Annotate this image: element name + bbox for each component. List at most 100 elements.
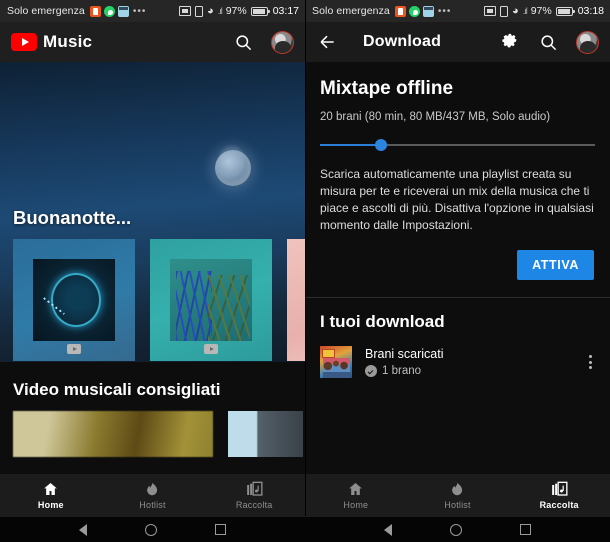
section-title: Video musicali consigliati xyxy=(13,380,221,399)
tab-home[interactable]: Home xyxy=(305,481,407,510)
golden-blurred-video-thumbnail[interactable] xyxy=(13,411,213,457)
left-phone-pane: Solo emergenza ••• ◕ .ıl 97% 03:17 Music xyxy=(0,0,305,516)
list-item[interactable]: Brani scaricati 1 brano xyxy=(305,332,610,378)
android-back-icon[interactable] xyxy=(384,523,392,536)
mixtape-meta: 20 brani (80 min, 80 MB/437 MB, Solo aud… xyxy=(320,111,551,123)
right-appbar-actions xyxy=(498,30,599,54)
download-item-meta: Brani scaricati 1 brano xyxy=(365,347,444,377)
gear-icon[interactable] xyxy=(498,31,520,53)
status-notification-icons: ••• xyxy=(89,5,147,17)
left-app-bar: Music xyxy=(0,22,305,62)
battery-percent-label: 97% xyxy=(530,5,552,17)
battery-percent-label: 97% xyxy=(225,5,247,17)
news-icon xyxy=(422,5,434,17)
tab-label: Raccolta xyxy=(539,499,579,510)
overflow-dots-icon: ••• xyxy=(132,5,147,17)
clock-label-right: 03:18 xyxy=(577,5,604,17)
more-vertical-icon[interactable] xyxy=(582,353,598,372)
arrow-back-icon[interactable] xyxy=(316,31,338,53)
status-bar-right: Solo emergenza ••• ◕ .ıl 97% 03:18 xyxy=(305,0,610,22)
slider-thumb[interactable] xyxy=(375,139,387,151)
android-recents-icon[interactable] xyxy=(520,524,531,535)
tab-label: Hotlist xyxy=(139,499,166,510)
list-item[interactable]: Notte acustica Playlist • YouTube Music xyxy=(150,239,272,362)
nav-buttons-right xyxy=(305,517,610,542)
flame-icon xyxy=(144,481,161,497)
mixtape-title: Mixtape offline xyxy=(320,78,454,99)
battery-icon xyxy=(250,6,270,16)
signal-icon: .ıl xyxy=(522,6,528,16)
city-building-video-thumbnail[interactable] xyxy=(228,411,303,457)
card-artwork xyxy=(287,239,305,361)
logo-word: Music xyxy=(43,32,93,51)
youtube-music-badge-icon xyxy=(67,344,81,354)
tab-hotlist[interactable]: Hotlist xyxy=(407,481,509,510)
status-system-icons: ◕ .ıl 97% 03:17 xyxy=(179,5,299,17)
library-music-icon xyxy=(551,481,568,497)
download-item-count: 1 brano xyxy=(382,365,422,377)
screenshot-root: Solo emergenza ••• ◕ .ıl 97% 03:17 Music xyxy=(0,0,610,542)
wifi-icon: ◕ xyxy=(207,4,214,17)
page-title: Download xyxy=(363,33,442,50)
mixtape-description: Scarica automaticamente una playlist cre… xyxy=(320,167,594,232)
youtube-play-icon xyxy=(11,33,37,51)
status-notification-icons: ••• xyxy=(394,5,452,17)
downloads-section-title: I tuoi download xyxy=(320,312,445,331)
android-nav-bar xyxy=(0,516,610,542)
right-bottom-tab-bar: Home Hotlist Raccolta xyxy=(305,474,610,516)
search-icon[interactable] xyxy=(537,31,559,53)
folder-icon xyxy=(89,5,101,17)
activate-button[interactable]: ATTIVA xyxy=(517,250,594,280)
tab-hotlist[interactable]: Hotlist xyxy=(102,481,204,510)
cta-row: ATTIVA xyxy=(305,234,610,280)
card-artwork xyxy=(13,239,135,361)
battery-icon xyxy=(555,6,575,16)
android-recents-icon[interactable] xyxy=(215,524,226,535)
home-icon xyxy=(347,481,364,497)
pane-divider xyxy=(305,0,306,516)
right-phone-pane: Solo emergenza ••• ◕ .ıl 97% 03:18 Downl… xyxy=(305,0,610,516)
list-item[interactable]: Chil Play Mus xyxy=(287,239,305,362)
right-app-bar: Download xyxy=(305,22,610,62)
tab-label: Raccolta xyxy=(235,499,273,510)
carrier-label: Solo emergenza xyxy=(7,5,85,17)
sim-card-icon xyxy=(484,6,497,16)
news-icon xyxy=(117,5,129,17)
slider-fill xyxy=(320,144,381,146)
tab-home[interactable]: Home xyxy=(0,481,102,510)
avatar[interactable] xyxy=(271,30,294,54)
card-artwork xyxy=(150,239,272,361)
mixtape-size-slider[interactable] xyxy=(320,138,595,152)
android-home-icon[interactable] xyxy=(450,523,462,536)
search-icon[interactable] xyxy=(232,31,254,53)
android-back-icon[interactable] xyxy=(79,523,87,536)
avatar[interactable] xyxy=(576,30,599,54)
tab-label: Home xyxy=(343,499,369,510)
library-music-icon xyxy=(246,481,263,497)
flame-icon xyxy=(449,481,466,497)
home-icon xyxy=(42,481,59,497)
blue-flowers-icon xyxy=(170,259,252,341)
list-item[interactable]: Notte indie Playlist • YouTube Music xyxy=(13,239,135,362)
moon-icon xyxy=(215,150,251,186)
nav-buttons-left xyxy=(0,517,305,542)
tab-label: Hotlist xyxy=(444,499,471,510)
video-row xyxy=(0,400,305,457)
signal-icon: .ıl xyxy=(217,6,223,16)
whatsapp-icon xyxy=(408,5,420,17)
download-page-body: Mixtape offline 20 brani (80 min, 80 MB/… xyxy=(305,62,610,516)
youtube-music-logo[interactable]: Music xyxy=(11,32,92,52)
android-home-icon[interactable] xyxy=(145,523,157,536)
status-bar-left: Solo emergenza ••• ◕ .ıl 97% 03:17 xyxy=(0,0,305,22)
overflow-dots-icon: ••• xyxy=(437,5,452,17)
download-item-count-row: 1 brano xyxy=(365,365,444,377)
carrier-label: Solo emergenza xyxy=(312,5,390,17)
tab-raccolta[interactable]: Raccolta xyxy=(508,481,610,510)
youtube-music-badge-icon xyxy=(204,344,218,354)
clock-label-left: 03:17 xyxy=(272,5,299,17)
tab-label: Home xyxy=(37,499,64,510)
album-cover-thumbnail xyxy=(320,346,352,378)
tab-raccolta[interactable]: Raccolta xyxy=(203,481,305,510)
sim-card-icon xyxy=(179,6,192,16)
left-appbar-actions xyxy=(232,30,294,54)
